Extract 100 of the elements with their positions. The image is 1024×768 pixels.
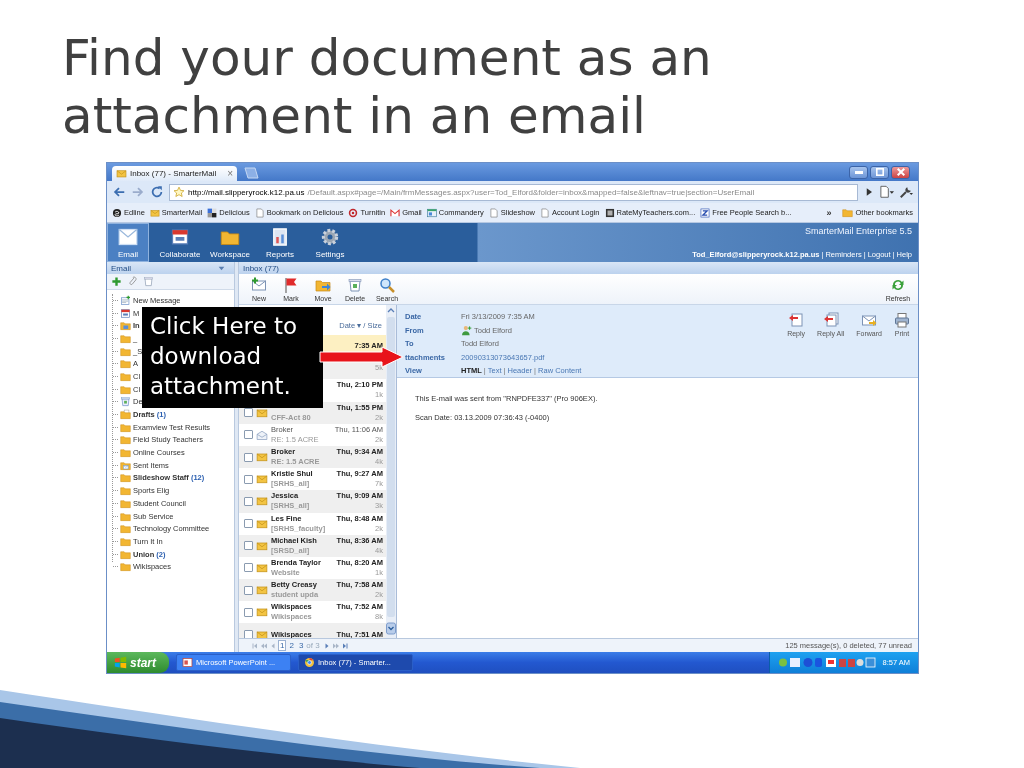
checkbox[interactable] xyxy=(244,519,253,529)
contact-icon xyxy=(461,324,472,336)
logo-icon xyxy=(112,207,122,218)
new-message-icon xyxy=(251,276,267,293)
tray-icons-drawing[interactable] xyxy=(778,657,877,668)
flag-icon xyxy=(283,276,299,293)
checkbox[interactable] xyxy=(244,430,253,440)
next-page-icon[interactable] xyxy=(322,641,331,650)
reply-icon xyxy=(788,312,805,328)
scrollbar[interactable] xyxy=(386,305,396,638)
folder-icon xyxy=(120,535,131,547)
checkbox[interactable] xyxy=(244,607,253,617)
folder-icon xyxy=(120,523,131,535)
page-menu-icon[interactable] xyxy=(880,185,894,199)
drafts-folder-icon xyxy=(120,409,131,421)
folder-icon xyxy=(842,207,854,218)
folder-icon xyxy=(120,358,131,370)
windows-logo-icon xyxy=(114,656,127,669)
envelope-icon xyxy=(256,561,268,574)
search-icon xyxy=(379,276,395,293)
tab-title: Inbox (77) - SmarterMail xyxy=(130,169,218,178)
square-logo-icon xyxy=(700,207,711,218)
folder-icon xyxy=(120,548,131,560)
more-bookmarks[interactable]: » xyxy=(826,207,838,218)
folder-icon xyxy=(120,345,131,357)
close-icon xyxy=(896,168,905,176)
add-icon[interactable] xyxy=(111,276,122,287)
envelope-icon xyxy=(118,226,138,247)
inbox-icon xyxy=(120,320,131,332)
first-page-icon[interactable] xyxy=(251,641,259,650)
last-page-icon[interactable] xyxy=(340,641,349,650)
page-icon xyxy=(539,207,550,218)
tab-close[interactable]: × xyxy=(227,168,233,179)
address-field[interactable]: http://mail.slipperyrock.k12.pa.us /Default.aspx#page=/Main/frmMessages.aspx?user=Tod_Elford&folder=inbox&mapped=false&leftnav=true|section=UserEmail xyxy=(169,183,858,201)
envelope-icon xyxy=(256,517,268,530)
rewind-icon[interactable] xyxy=(260,641,268,650)
checkbox[interactable] xyxy=(244,408,253,418)
nav-tab[interactable]: Reports xyxy=(255,223,305,262)
print-icon xyxy=(894,312,910,328)
previous-page-icon[interactable] xyxy=(269,641,277,650)
checkbox[interactable] xyxy=(244,541,253,551)
folder-icon xyxy=(120,434,131,446)
nav-tab[interactable]: Email xyxy=(107,223,149,262)
checkbox[interactable] xyxy=(244,630,253,638)
maximize-button[interactable] xyxy=(870,165,889,179)
nav-tab[interactable]: Workspace xyxy=(205,223,255,262)
new-tab-icon[interactable] xyxy=(241,165,261,181)
folder-icon xyxy=(120,447,131,459)
browser-tab[interactable]: Inbox (77) - SmarterMail × xyxy=(112,166,237,181)
folder-icon xyxy=(120,485,131,497)
new-message-icon xyxy=(120,294,131,306)
page-link[interactable]: 2 xyxy=(287,640,296,651)
callout-tooltip: Click Here to download attachment. xyxy=(142,307,323,408)
slide-title: Find your document as an attachment in an email xyxy=(62,29,713,145)
envelope-icon xyxy=(390,207,401,218)
delete-icon xyxy=(347,276,363,293)
ring-icon xyxy=(348,207,359,218)
calendar-icon xyxy=(170,226,190,247)
open-envelope-icon xyxy=(256,428,268,441)
star-icon[interactable] xyxy=(173,186,185,198)
checkbox[interactable] xyxy=(244,452,253,462)
nav-tab[interactable]: Collaborate xyxy=(155,223,205,262)
wrench-icon[interactable] xyxy=(899,185,913,199)
page-icon xyxy=(254,207,265,218)
reload-icon[interactable] xyxy=(150,185,164,199)
fast-forward-icon[interactable] xyxy=(331,641,340,650)
page-count: of 3 xyxy=(306,641,320,650)
reply-all-icon xyxy=(822,312,839,328)
close-button[interactable] xyxy=(891,165,910,179)
pane-title: Email xyxy=(111,263,131,273)
page-icon xyxy=(488,207,499,218)
page-link[interactable]: 1 xyxy=(278,640,287,651)
minimize-icon xyxy=(854,170,863,174)
page-link[interactable]: 3 xyxy=(296,640,306,651)
checkbox[interactable] xyxy=(244,474,253,484)
gear-icon xyxy=(320,226,340,247)
report-icon xyxy=(270,226,290,247)
folder-icon xyxy=(120,497,131,509)
folder-icon xyxy=(120,332,131,344)
checkbox[interactable] xyxy=(244,585,253,595)
sent-folder-icon xyxy=(120,459,131,471)
nav-tab[interactable]: Settings xyxy=(305,223,355,262)
forward-arrow-icon[interactable] xyxy=(131,185,145,199)
folder-icon xyxy=(120,510,131,522)
checkbox[interactable] xyxy=(244,496,253,506)
squares-icon xyxy=(207,207,218,218)
back-arrow-icon[interactable] xyxy=(112,185,126,199)
envelope-icon xyxy=(256,495,268,508)
paperclip-icon[interactable] xyxy=(127,276,138,287)
trash-icon[interactable] xyxy=(143,276,154,287)
calendar-icon xyxy=(120,307,131,319)
envelope-icon xyxy=(256,584,268,597)
checkbox[interactable] xyxy=(244,563,253,573)
minimize-button[interactable] xyxy=(849,165,868,179)
folder-icon xyxy=(120,383,131,395)
product-name: SmarterMail Enterprise 5.5 xyxy=(804,226,912,236)
envelope-icon xyxy=(116,168,127,179)
forward-icon xyxy=(861,312,878,328)
maximize-icon xyxy=(875,168,884,176)
folder-icon xyxy=(120,472,131,484)
